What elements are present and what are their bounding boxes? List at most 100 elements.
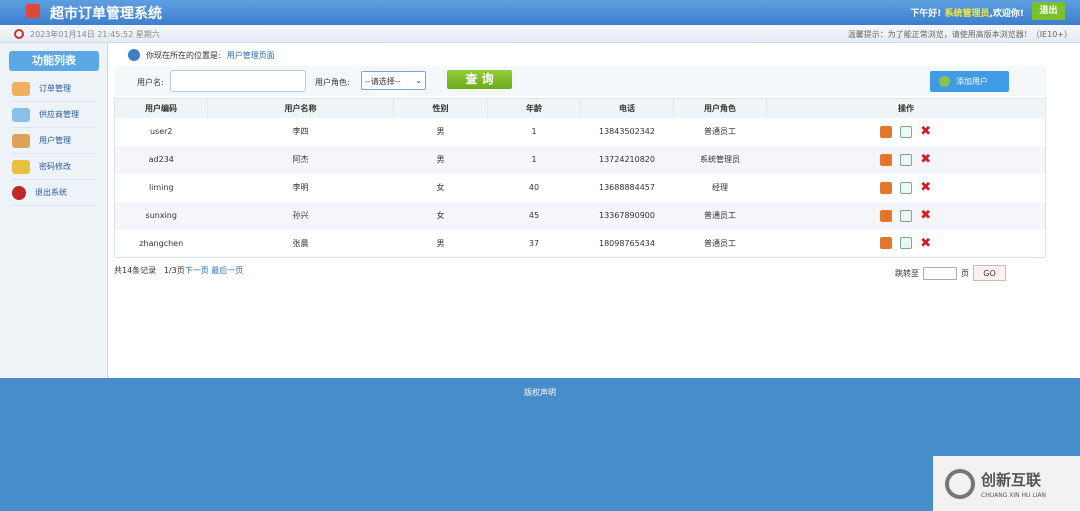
header: 超市订单管理系统 下午好! 系统管理员,欢迎你! 退出 bbox=[0, 0, 1080, 25]
table-cell: 系统管理员 bbox=[673, 145, 767, 174]
view-icon[interactable] bbox=[880, 153, 893, 166]
pagination: 共14条记录 1/3页下一页 最后一页 bbox=[114, 265, 243, 276]
table-row: user2 李四 男 1 13843502342 普通员工 ✖ bbox=[115, 118, 1046, 146]
welcome-text: ,欢迎你! bbox=[989, 9, 1024, 19]
go-button[interactable]: GO bbox=[973, 265, 1006, 281]
table-cell: 李四 bbox=[292, 127, 309, 136]
logout-button[interactable]: 退出 bbox=[1032, 2, 1065, 20]
actions-cell: ✖ bbox=[766, 201, 1046, 230]
table-cell: 40 bbox=[528, 183, 540, 192]
page-number-input[interactable] bbox=[923, 266, 957, 280]
table-cell: 37 bbox=[528, 238, 540, 248]
delete-icon[interactable]: ✖ bbox=[920, 208, 931, 223]
user-name: 系统管理员 bbox=[944, 9, 990, 19]
add-user-button[interactable]: 添加用户 bbox=[930, 71, 1009, 92]
delete-icon[interactable]: ✖ bbox=[920, 152, 931, 167]
edit-icon[interactable] bbox=[900, 181, 913, 194]
datetime: 2023年01月14日 21:45:52 星期六 bbox=[30, 30, 160, 39]
edit-icon[interactable] bbox=[900, 125, 913, 138]
table-row: liming 李明 女 40 13688884457 经理 ✖ bbox=[115, 174, 1046, 202]
table-cell: 13688884457 bbox=[599, 183, 655, 192]
page-jump: 跳转至 页 GO bbox=[895, 265, 1006, 281]
table-cell: 1 bbox=[531, 127, 537, 136]
query-button[interactable]: 查 询 bbox=[447, 70, 512, 89]
lock-icon bbox=[12, 159, 30, 174]
chevron-down-icon: ⌄ bbox=[415, 76, 422, 85]
sidebar-title: 功能列表 bbox=[9, 51, 99, 71]
plus-icon bbox=[939, 76, 950, 87]
table-row: zhangchen 张晨 男 37 18098765434 普通员工 ✖ bbox=[115, 230, 1046, 258]
edit-icon[interactable] bbox=[900, 237, 913, 250]
view-icon[interactable] bbox=[880, 209, 893, 222]
watermark-name: 创新互联 bbox=[981, 470, 1042, 489]
table-cell: 男 bbox=[436, 238, 445, 248]
sidebar-item-password[interactable]: 密码修改 bbox=[12, 154, 96, 180]
table-row: ad234 阿杰男 1 13724210820 系统管理员 ✖ bbox=[114, 145, 1046, 174]
last-page-link[interactable]: 最后一页 bbox=[211, 266, 243, 275]
breadcrumb-prefix: 你现在所在的位置是: bbox=[146, 50, 221, 60]
users-icon bbox=[12, 133, 30, 148]
logo-icon bbox=[945, 468, 975, 499]
table-cell: 13843502342 bbox=[599, 127, 655, 136]
role-selected: --请选择-- bbox=[365, 77, 401, 86]
edit-icon[interactable] bbox=[900, 153, 913, 166]
total-records: 共14条记录 bbox=[114, 266, 157, 275]
sidebar-item-suppliers[interactable]: 供应商管理 bbox=[12, 102, 96, 128]
sidebar-item-exit[interactable]: 退出系统 bbox=[12, 180, 96, 206]
table-cell: 女 bbox=[436, 183, 445, 192]
table-cell: ad234 bbox=[114, 145, 208, 174]
sidebar-item-label: 用户管理 bbox=[39, 136, 71, 145]
view-icon[interactable] bbox=[880, 237, 893, 250]
supplier-icon bbox=[12, 107, 30, 122]
actions-cell: ✖ bbox=[767, 174, 1046, 202]
app-title: 超市订单管理系统 bbox=[50, 6, 162, 22]
table-cell: 张晨 bbox=[292, 238, 309, 248]
next-page-link[interactable]: 下一页 bbox=[185, 266, 209, 275]
username-label: 用户名: bbox=[137, 78, 164, 87]
role-select[interactable]: --请选择-- ⌄ bbox=[361, 71, 426, 90]
greeting: 下午好! 系统管理员,欢迎你! bbox=[910, 6, 1024, 19]
actions-cell: ✖ bbox=[767, 230, 1046, 258]
table-cell: 1 bbox=[487, 145, 581, 174]
breadcrumb-current[interactable]: 用户管理页面 bbox=[227, 50, 275, 61]
table-cell: 普通员工 bbox=[704, 127, 736, 136]
sidebar-item-label: 订单管理 bbox=[39, 84, 71, 93]
browser-tip: 温馨提示：为了能正常浏览，请使用高版本浏览器！（IE10+） bbox=[847, 30, 1072, 39]
view-icon[interactable] bbox=[880, 125, 893, 138]
view-icon[interactable] bbox=[880, 181, 893, 194]
table-cell: 普通员工 bbox=[704, 238, 736, 248]
table-cell: 13724210820 bbox=[580, 145, 674, 174]
table-cell: 男 bbox=[436, 127, 445, 136]
sidebar-item-label: 退出系统 bbox=[35, 188, 67, 197]
table-cell: 普通员工 bbox=[673, 201, 767, 230]
page-unit: 页 bbox=[961, 268, 969, 278]
col-header: 性别 bbox=[393, 98, 488, 118]
delete-icon[interactable]: ✖ bbox=[920, 180, 931, 195]
table-cell: 经理 bbox=[712, 183, 728, 192]
sidebar-item-users[interactable]: 用户管理 bbox=[12, 128, 96, 154]
sidebar-item-label: 供应商管理 bbox=[39, 110, 79, 119]
actions-cell: ✖ bbox=[767, 118, 1046, 146]
clock-icon bbox=[14, 29, 24, 39]
role-label: 用户角色: bbox=[315, 78, 350, 87]
col-header: 用户角色 bbox=[673, 98, 767, 118]
delete-icon[interactable]: ✖ bbox=[920, 236, 931, 251]
table-cell: 阿杰 bbox=[207, 145, 394, 174]
page-info: 1/3页 bbox=[163, 266, 185, 275]
table-cell: user2 bbox=[149, 127, 173, 136]
table-cell: liming bbox=[148, 183, 174, 192]
footer: 版权声明 bbox=[0, 378, 1080, 511]
table-cell: 女 bbox=[393, 201, 488, 230]
delete-icon[interactable]: ✖ bbox=[920, 124, 931, 139]
home-icon bbox=[128, 49, 140, 61]
sidebar-item-label: 密码修改 bbox=[39, 162, 71, 171]
table-cell: 男 bbox=[393, 145, 488, 174]
username-input[interactable] bbox=[170, 70, 306, 92]
table-cell: sunxing bbox=[114, 201, 208, 230]
info-bar: 2023年01月14日 21:45:52 星期六 温馨提示：为了能正常浏览，请使… bbox=[0, 25, 1080, 43]
table-cell: zhangchen bbox=[139, 238, 184, 248]
sidebar-item-orders[interactable]: 订单管理 bbox=[12, 76, 96, 102]
exit-icon bbox=[12, 185, 26, 200]
sidebar: 功能列表 订单管理 供应商管理 用户管理 密码修改 退出系统 bbox=[0, 43, 108, 378]
edit-icon[interactable] bbox=[900, 209, 913, 222]
